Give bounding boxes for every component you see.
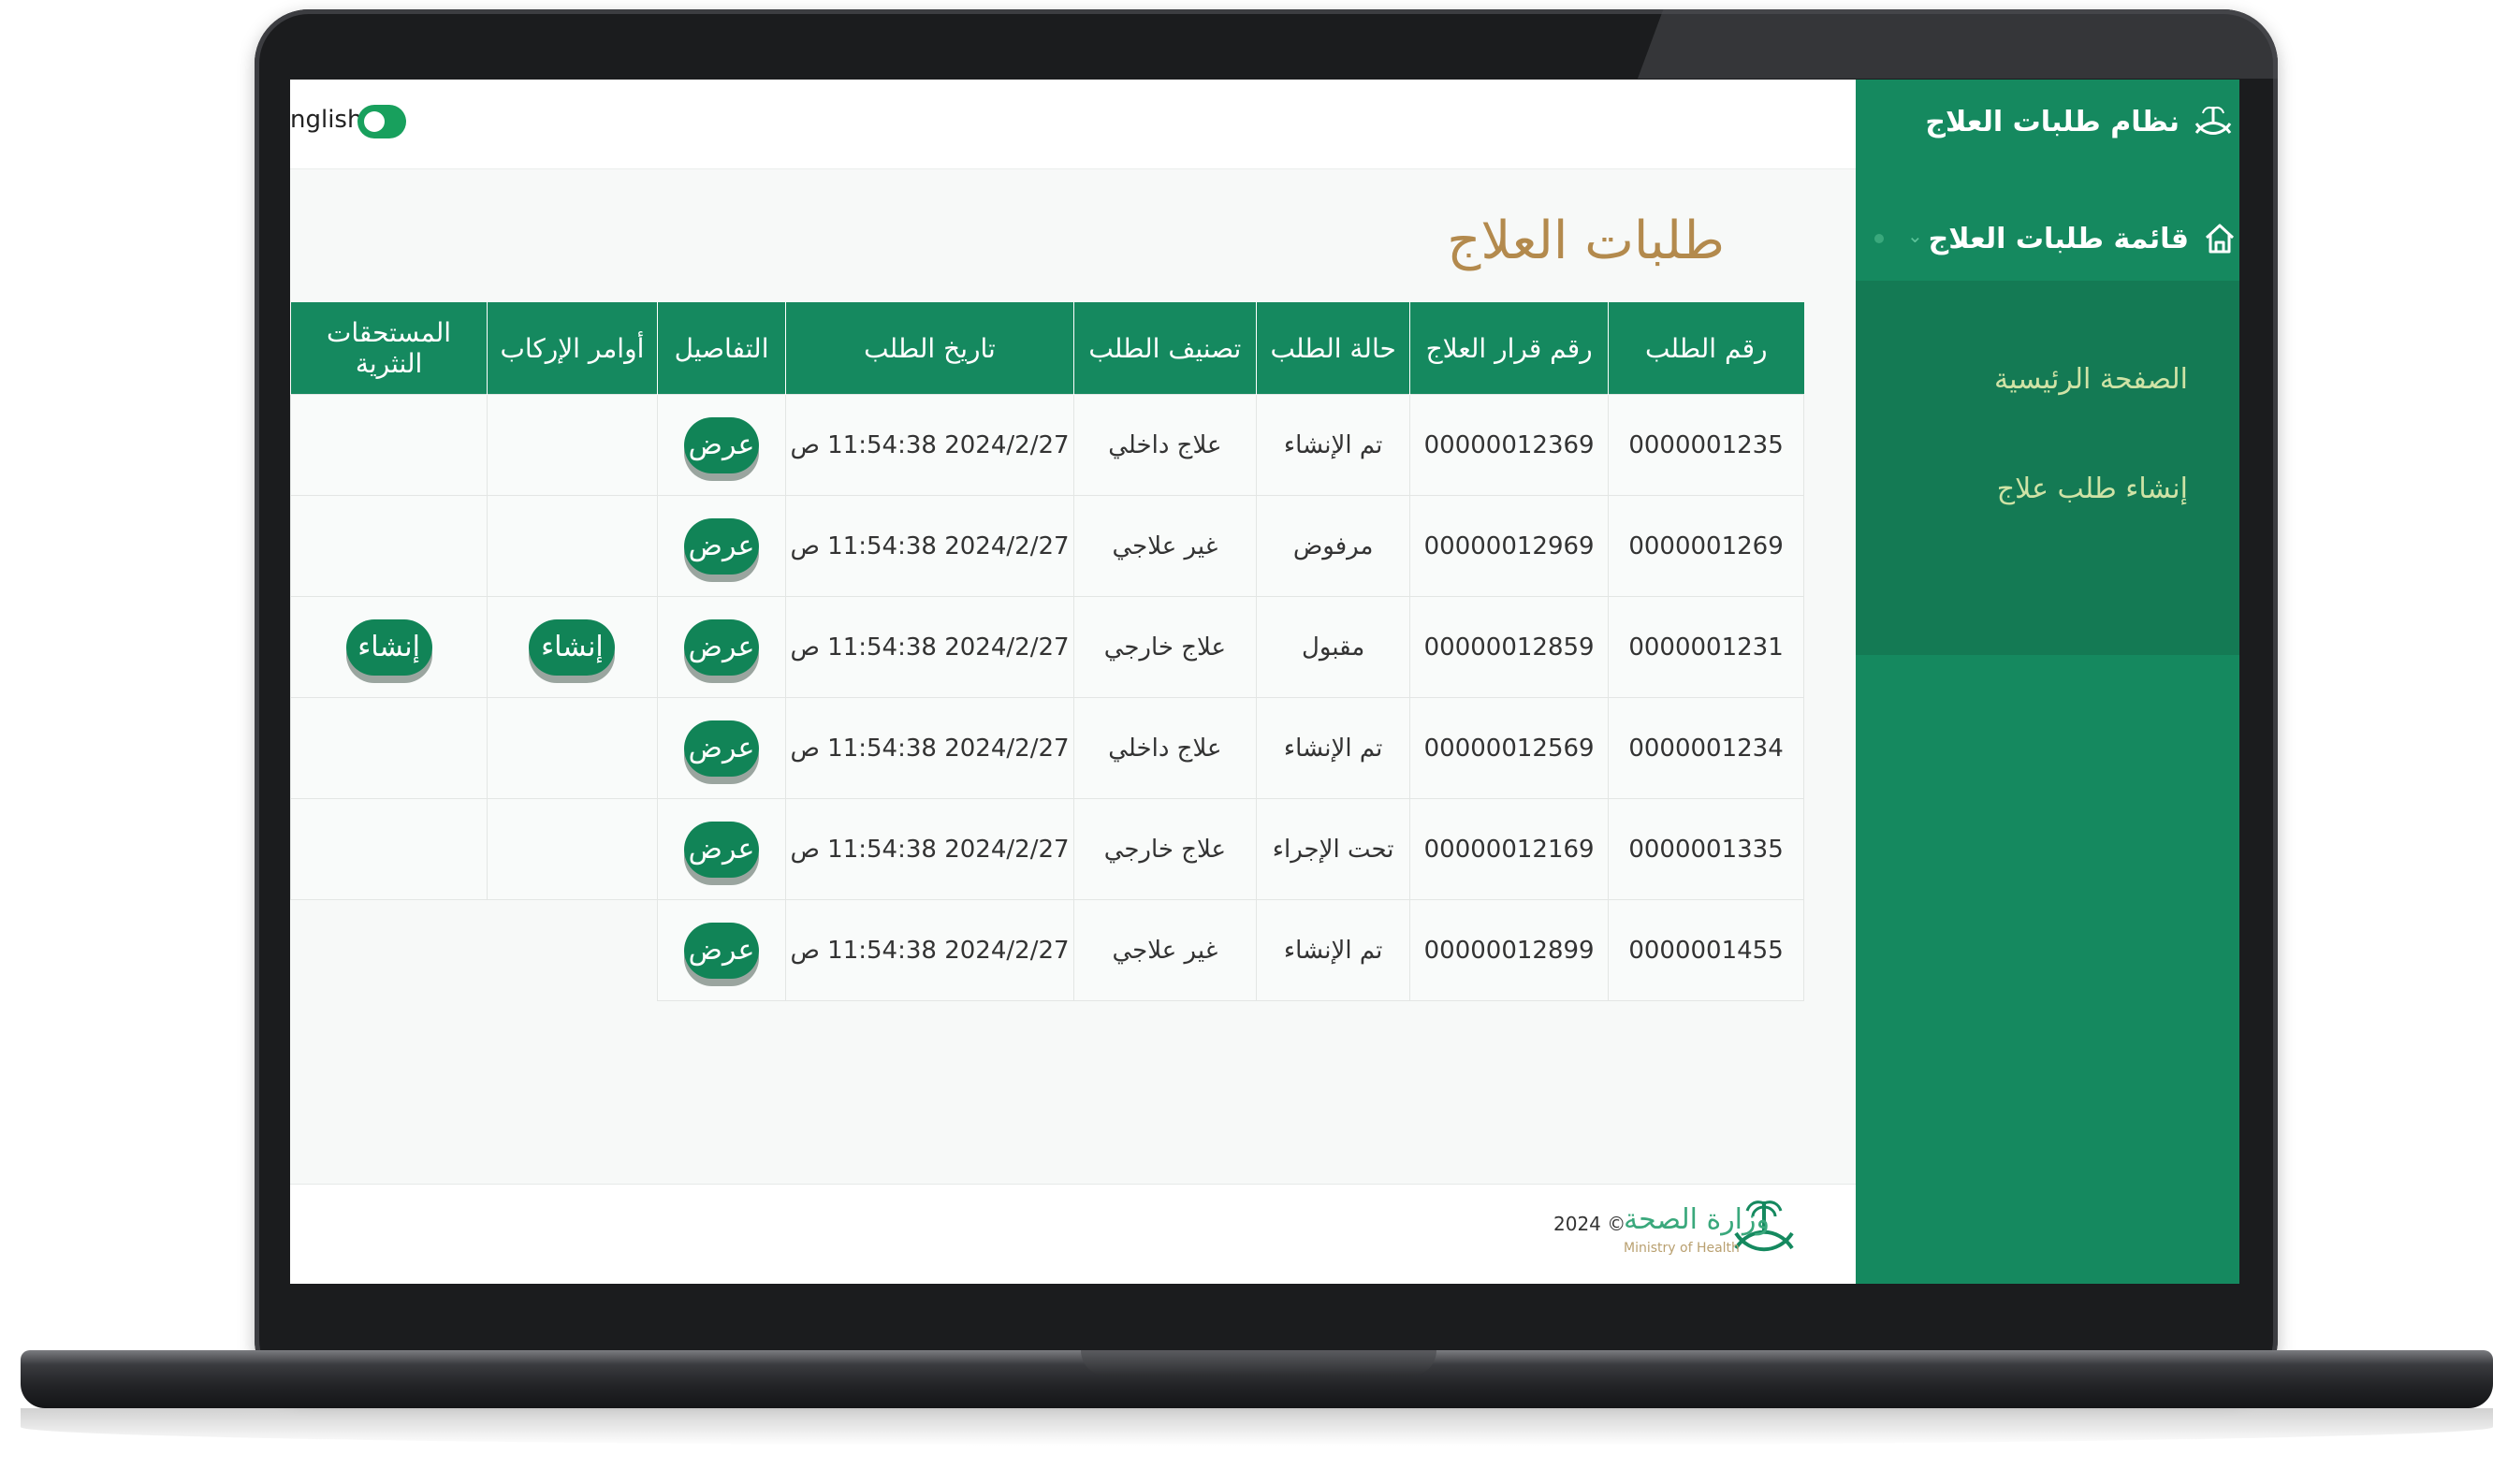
cell-decision-number: 00000012969 bbox=[1409, 495, 1610, 597]
cell-status: تحت الإجراء bbox=[1256, 798, 1411, 900]
cell-decision-number: 00000012169 bbox=[1409, 798, 1610, 900]
cell-expenses bbox=[290, 394, 488, 496]
create-boarding-order-button[interactable]: إنشاء bbox=[529, 618, 616, 676]
cell-category: علاج داخلي bbox=[1072, 394, 1258, 496]
cell-status: تم الإنشاء bbox=[1256, 899, 1411, 1001]
sidebar-item-home[interactable]: الصفحة الرئيسية bbox=[1994, 363, 2188, 396]
cell-category: غير علاجي bbox=[1072, 495, 1258, 597]
cell-details: عرض bbox=[656, 596, 787, 698]
cell-request-id: 0000001231 bbox=[1608, 596, 1804, 698]
cell-decision-number: 00000012899 bbox=[1409, 899, 1610, 1001]
home-icon bbox=[2205, 224, 2235, 254]
laptop-shadow bbox=[21, 1408, 2493, 1446]
language-label: nglish bbox=[290, 106, 363, 134]
view-button[interactable]: عرض bbox=[684, 416, 760, 473]
cell-request-id: 0000001269 bbox=[1608, 495, 1804, 597]
cell-details: عرض bbox=[656, 495, 787, 597]
cell-category: علاج خارجي bbox=[1072, 596, 1258, 698]
cell-boarding-orders: إنشاء bbox=[487, 596, 658, 698]
cell-expenses bbox=[290, 798, 488, 900]
toggle-knob bbox=[364, 111, 385, 132]
cell-details: عرض bbox=[656, 697, 787, 799]
col-expenses: المستحقات النثرية bbox=[290, 302, 488, 395]
table-row: 0000001269 00000012969 مرفوض غير علاجي 2… bbox=[290, 495, 1804, 597]
create-expenses-button[interactable]: إنشاء bbox=[345, 618, 432, 676]
page-title: طلبات العلاج bbox=[1447, 211, 1725, 271]
table-row: 0000001234 00000012569 تم الإنشاء علاج د… bbox=[290, 697, 1804, 799]
col-date: تاريخ الطلب bbox=[785, 302, 1074, 395]
app-brand[interactable]: نظام طلبات العلاج bbox=[1856, 80, 2239, 164]
table-header-row: رقم الطلب رقم قرار العلاج حالة الطلب تصن… bbox=[290, 302, 1804, 395]
sidebar-item-create-request[interactable]: إنشاء طلب علاج bbox=[1997, 473, 2188, 505]
app-screen: nglish طلبات العلاج رقم الطلب رقم قرار ا… bbox=[290, 80, 2239, 1284]
cell-date: 2024/2/27 11:54:38 ص bbox=[785, 697, 1074, 799]
cell-decision-number: 00000012369 bbox=[1409, 394, 1610, 496]
requests-table-wrap: رقم الطلب رقم قرار العلاج حالة الطلب تصن… bbox=[290, 302, 1804, 1001]
cell-expenses bbox=[290, 697, 488, 799]
cell-decision-number: 00000012569 bbox=[1409, 697, 1610, 799]
cell-decision-number: 00000012859 bbox=[1409, 596, 1610, 698]
col-details: التفاصيل bbox=[656, 302, 786, 395]
footer: وزارة الصحة Ministry of Health 2024 © bbox=[290, 1184, 1856, 1284]
view-button[interactable]: عرض bbox=[684, 821, 760, 878]
sidebar-item-label: قائمة طلبات العلاج bbox=[1928, 222, 2189, 255]
col-status: حالة الطلب bbox=[1256, 302, 1410, 395]
cell-status: تم الإنشاء bbox=[1256, 394, 1411, 496]
view-button[interactable]: عرض bbox=[684, 720, 760, 777]
lid-glare bbox=[1638, 9, 2278, 79]
cell-details: عرض bbox=[656, 899, 787, 1001]
cell-date: 2024/2/27 11:54:38 ص bbox=[785, 495, 1074, 597]
cell-status: مرفوض bbox=[1256, 495, 1411, 597]
cell-boarding-orders bbox=[488, 900, 658, 1001]
col-boarding-orders: أوامر الإركاب bbox=[487, 302, 658, 395]
col-decision-number: رقم قرار العلاج bbox=[1409, 302, 1609, 395]
view-button[interactable]: عرض bbox=[684, 922, 760, 979]
col-request-id: رقم الطلب bbox=[1608, 302, 1804, 395]
cell-request-id: 0000001455 bbox=[1608, 899, 1804, 1001]
cell-request-id: 0000001235 bbox=[1608, 394, 1804, 496]
copyright: 2024 © bbox=[1553, 1213, 1626, 1235]
palm-swords-icon bbox=[2194, 106, 2232, 135]
laptop-notch bbox=[1081, 1350, 1436, 1376]
requests-table: رقم الطلب رقم قرار العلاج حالة الطلب تصن… bbox=[290, 302, 1804, 1001]
top-bar: nglish bbox=[290, 80, 1856, 169]
table-row: 0000001231 00000012859 مقبول علاج خارجي … bbox=[290, 596, 1804, 698]
cell-category: علاج داخلي bbox=[1072, 697, 1258, 799]
cell-expenses: إنشاء bbox=[290, 596, 488, 698]
view-button[interactable]: عرض bbox=[684, 618, 760, 676]
cell-boarding-orders bbox=[487, 697, 658, 799]
cell-date: 2024/2/27 11:54:38 ص bbox=[785, 394, 1074, 496]
table-row: 0000001335 00000012169 تحت الإجراء علاج … bbox=[290, 798, 1804, 900]
active-dot bbox=[1874, 234, 1884, 243]
cell-details: عرض bbox=[656, 394, 787, 496]
chevron-down-icon[interactable]: ⌄ bbox=[1907, 225, 1923, 247]
cell-boarding-orders bbox=[487, 394, 658, 496]
cell-date: 2024/2/27 11:54:38 ص bbox=[785, 798, 1074, 900]
table-row: 0000001235 00000012369 تم الإنشاء علاج د… bbox=[290, 394, 1804, 496]
cell-expenses bbox=[290, 495, 488, 597]
cell-date: 2024/2/27 11:54:38 ص bbox=[785, 596, 1074, 698]
sidebar-menu: ⌄ قائمة طلبات العلاج الصفحة الرئيسية إنش… bbox=[1856, 196, 2239, 655]
table-row: 0000001455 00000012899 تم الإنشاء غير عل… bbox=[291, 899, 1804, 1001]
ministry-name-en: Ministry of Health bbox=[1624, 1241, 1740, 1256]
sidebar: نظام طلبات العلاج ⌄ قائمة طلبات العلاج ا… bbox=[1856, 80, 2239, 1284]
app-title: نظام طلبات العلاج bbox=[1925, 105, 2180, 138]
cell-category: غير علاجي bbox=[1072, 899, 1258, 1001]
cell-status: مقبول bbox=[1256, 596, 1411, 698]
cell-category: علاج خارجي bbox=[1072, 798, 1258, 900]
cell-status: تم الإنشاء bbox=[1256, 697, 1411, 799]
cell-expenses bbox=[291, 900, 488, 1001]
cell-date: 2024/2/27 11:54:38 ص bbox=[785, 899, 1074, 1001]
cell-request-id: 0000001234 bbox=[1608, 697, 1804, 799]
ministry-name: وزارة الصحة bbox=[1624, 1203, 1770, 1236]
cell-request-id: 0000001335 bbox=[1608, 798, 1804, 900]
cell-boarding-orders bbox=[487, 798, 658, 900]
cell-boarding-orders bbox=[487, 495, 658, 597]
language-toggle[interactable] bbox=[357, 105, 406, 138]
cell-details: عرض bbox=[656, 798, 787, 900]
col-category: تصنيف الطلب bbox=[1072, 302, 1257, 395]
sidebar-item-requests-list[interactable]: ⌄ قائمة طلبات العلاج bbox=[1856, 196, 2239, 281]
view-button[interactable]: عرض bbox=[684, 517, 760, 575]
